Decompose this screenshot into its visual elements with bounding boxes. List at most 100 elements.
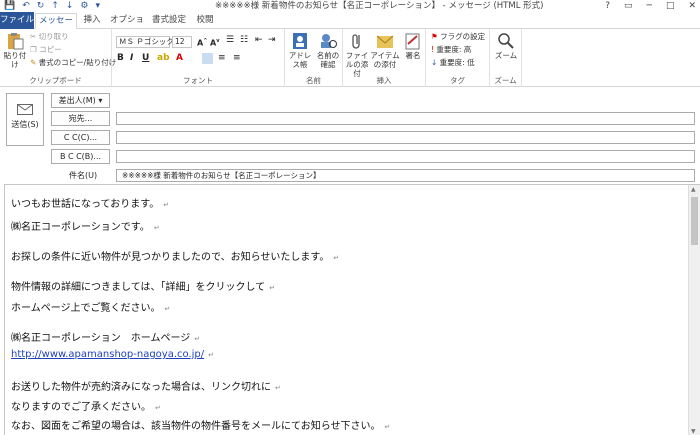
to-button[interactable]: 宛先... — [51, 111, 110, 126]
cc-field[interactable] — [116, 131, 695, 144]
scroll-down-icon[interactable]: ▼ — [691, 428, 696, 435]
tab-insert[interactable]: 挿入 — [80, 13, 104, 29]
bcc-button[interactable]: B C C(B)... — [51, 149, 110, 164]
body-line: お送りした物件が売約済みになった場合は、リンク切れに ↵ — [11, 382, 281, 393]
low-importance-icon: ↓ — [431, 58, 440, 67]
flag-icon: ⚑ — [431, 32, 441, 41]
format-painter-button[interactable]: ✎ 書式のコピー/貼り付け — [30, 57, 116, 68]
cut-icon: ✂ — [30, 32, 39, 41]
low-importance-button[interactable]: ↓ 重要度: 低 — [431, 57, 475, 68]
decrease-indent-icon[interactable]: ⇤ — [255, 35, 263, 46]
paperclip-icon — [352, 34, 360, 49]
cut-button[interactable]: ✂ 切り取り — [30, 31, 69, 42]
high-importance-button[interactable]: ! 重要度: 高 — [431, 44, 471, 55]
address-book-icon — [293, 33, 307, 49]
names-group-label: 名前 — [306, 76, 321, 85]
attach-item-icon — [376, 35, 394, 48]
message-body[interactable]: いつもお世話になっております。 ↵ ㈱名正コーポレーションです。 ↵ お探しの条件に… — [4, 184, 700, 435]
subject-label: 件名(U) — [69, 171, 98, 180]
ribbon: 貼り付け ✂ 切り取り ❐ コピー ✎ 書式のコピー/貼り付け クリップボード … — [0, 29, 700, 87]
font-group: ＭＳ Ｐゴシック 12 A^ Av ☰ ☷ ⇤ ⇥ B I U ab A ≡ ≡… — [112, 29, 285, 87]
close-icon[interactable]: ✕ — [688, 0, 696, 12]
font-group-label: フォント — [183, 76, 213, 85]
quick-access-toolbar: 💾 ↶ ↻ ↑ ↓ ⚙ ▾ — [4, 0, 100, 12]
attach-file-button[interactable]: ファイルの添付 — [344, 32, 370, 78]
envelope-icon — [17, 104, 33, 115]
body-line: なお、図面をご希望の場合は、該当物件の物件番号をメールにてお知らせ下さい。 ↵ — [11, 421, 391, 432]
highlight-icon[interactable]: ab — [157, 53, 170, 64]
italic-icon[interactable]: I — [130, 53, 133, 64]
font-size-combo[interactable]: 12 — [172, 36, 192, 48]
insert-group-label: 挿入 — [376, 76, 392, 85]
send-button[interactable]: 送信(S) — [6, 93, 44, 146]
redo-icon[interactable]: ↻ — [37, 0, 45, 12]
title-bar: 💾 ↶ ↻ ↑ ↓ ⚙ ▾ ※※※※※様 新着物件のお知らせ【名正コーポレーショ… — [0, 0, 700, 12]
body-line: お探しの条件に近い物件が見つかりましたので、お知らせいたします。 ↵ — [11, 252, 340, 263]
minimize-icon[interactable]: ─ — [647, 0, 652, 12]
subject-field[interactable]: ※※※※※様 新着物件のお知らせ【名正コーポレーション】 — [116, 169, 695, 182]
check-names-icon — [321, 34, 337, 48]
homepage-link-line: http://www.apamanshop-nagoya.co.jp/↵ — [11, 349, 215, 360]
attach-item-button[interactable]: アイテムの添付 — [370, 32, 400, 69]
zoom-group: ズーム ズーム — [490, 29, 522, 87]
align-left-icon[interactable] — [202, 53, 213, 64]
increase-indent-icon[interactable]: ⇥ — [268, 35, 276, 46]
clipboard-group-label: クリップボード — [29, 76, 82, 85]
clipboard-group: 貼り付け ✂ 切り取り ❐ コピー ✎ 書式のコピー/貼り付け クリップボード — [0, 29, 116, 87]
window-controls: ? ▭ ─ □ ✕ — [605, 0, 696, 12]
insert-group: ファイルの添付 アイテムの添付 署名 挿入 — [343, 29, 426, 87]
tags-group: ⚑ フラグの設定 ! 重要度: 高 ↓ 重要度: 低 タグ — [426, 29, 490, 87]
follow-up-button[interactable]: ⚑ フラグの設定 — [431, 31, 485, 42]
window-title: ※※※※※様 新着物件のお知らせ【名正コーポレーション】 - メッセージ (HT… — [215, 1, 544, 11]
tab-message[interactable]: メッセージ — [35, 13, 77, 41]
to-field[interactable] — [116, 112, 695, 125]
address-book-button[interactable]: アドレス帳 — [286, 32, 314, 69]
from-button[interactable]: 差出人(M) ▾ — [51, 93, 110, 108]
tags-group-label: タグ — [450, 76, 465, 85]
shrink-font-icon[interactable]: Av — [210, 36, 219, 49]
body-line: ホームページ上でご覧ください。 ↵ — [11, 303, 171, 314]
font-color-icon[interactable]: A — [176, 53, 183, 64]
tab-review[interactable]: 校閲 — [193, 13, 217, 29]
customize-icon[interactable]: ⚙ — [80, 0, 88, 12]
numbering-icon[interactable]: ☷ — [240, 35, 248, 46]
ribbon-tabs: ファイル メッセージ 挿入 オプション 書式設定 校閲 — [0, 12, 700, 41]
signature-button[interactable]: 署名 — [401, 32, 425, 60]
vertical-scrollbar[interactable]: ▲ ▼ — [688, 185, 700, 435]
scroll-up-icon[interactable]: ▲ — [691, 186, 696, 193]
cc-button[interactable]: C C(C)... — [51, 130, 110, 145]
check-names-button[interactable]: 名前の確認 — [314, 32, 342, 69]
format-painter-icon: ✎ — [30, 58, 39, 67]
ribbon-display-icon[interactable]: ▭ — [624, 0, 633, 12]
zoom-button[interactable]: ズーム — [492, 32, 520, 60]
font-name-combo[interactable]: ＭＳ Ｐゴシック — [116, 36, 174, 48]
undo-icon[interactable]: ↶ — [22, 0, 30, 12]
help-icon[interactable]: ? — [605, 0, 610, 12]
align-right-icon[interactable]: ≡ — [233, 53, 241, 64]
tab-options[interactable]: オプション — [108, 13, 146, 40]
magnifier-icon — [498, 33, 514, 49]
save-icon[interactable]: 💾 — [4, 0, 15, 12]
maximize-icon[interactable]: □ — [666, 0, 675, 12]
copy-button[interactable]: ❐ コピー — [30, 44, 62, 55]
qat-dropdown-icon[interactable]: ▾ — [95, 0, 100, 12]
signature-icon — [405, 33, 420, 50]
paste-icon — [8, 33, 24, 50]
tab-file[interactable]: ファイル — [0, 12, 34, 29]
body-line: 物件情報の詳細につきましては、「詳細」をクリックして ↵ — [11, 282, 276, 293]
align-center-icon[interactable]: ≡ — [218, 53, 226, 64]
homepage-link[interactable]: http://www.apamanshop-nagoya.co.jp/ — [11, 349, 204, 360]
tab-format-text[interactable]: 書式設定 — [148, 13, 190, 29]
body-line: ㈱名正コーポレーションです。 ↵ — [11, 222, 160, 233]
body-line: いつもお世話になっております。 ↵ — [11, 199, 170, 210]
grow-font-icon[interactable]: A^ — [197, 36, 207, 49]
scroll-thumb[interactable] — [691, 197, 698, 245]
paste-button[interactable]: 貼り付け — [2, 32, 28, 69]
bold-icon[interactable]: B — [117, 53, 124, 64]
bullets-icon[interactable]: ☰ — [226, 35, 234, 46]
previous-item-icon[interactable]: ↑ — [51, 0, 59, 12]
bcc-field[interactable] — [116, 150, 695, 163]
body-line: ㈱名正コーポレーション ホームページ ↵ — [11, 333, 201, 344]
underline-icon[interactable]: U — [142, 53, 149, 64]
next-item-icon[interactable]: ↓ — [66, 0, 74, 12]
